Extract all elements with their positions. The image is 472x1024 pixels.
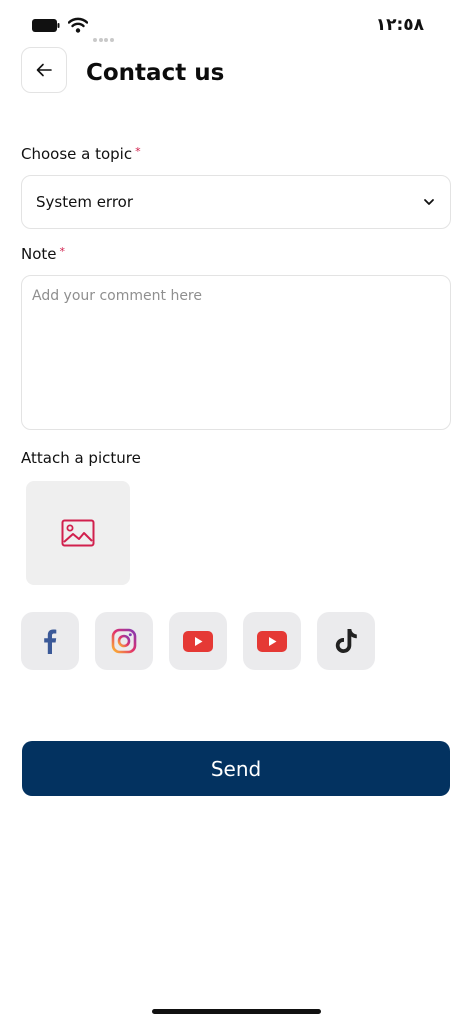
social-links — [21, 612, 375, 670]
facebook-button[interactable] — [21, 612, 79, 670]
back-button[interactable] — [21, 47, 67, 93]
attach-label: Attach a picture — [21, 449, 141, 467]
status-bar: ١٢:٥٨ — [0, 0, 472, 50]
note-label-text: Note — [21, 245, 57, 263]
note-label: Note * — [21, 245, 65, 263]
tiktok-icon — [335, 629, 357, 653]
home-indicator — [152, 1009, 321, 1014]
arrow-left-icon — [36, 63, 52, 77]
required-marker: * — [59, 245, 66, 258]
wifi-icon — [68, 17, 88, 33]
youtube-button[interactable] — [169, 612, 227, 670]
topic-label: Choose a topic * — [21, 145, 141, 163]
chevron-down-icon — [424, 199, 434, 205]
image-icon — [61, 519, 95, 547]
topic-select-value: System error — [36, 193, 134, 211]
instagram-button[interactable] — [95, 612, 153, 670]
facebook-icon — [44, 629, 57, 654]
required-marker: * — [135, 145, 141, 158]
note-textarea[interactable] — [21, 275, 451, 430]
topic-label-text: Choose a topic — [21, 145, 133, 163]
youtube-button[interactable] — [243, 612, 301, 670]
instagram-icon — [111, 628, 137, 654]
tiktok-button[interactable] — [317, 612, 375, 670]
youtube-icon — [183, 630, 213, 652]
signal-icon — [93, 27, 115, 46]
battery-icon — [32, 19, 60, 32]
send-button[interactable]: Send — [22, 741, 450, 796]
youtube-icon — [257, 630, 287, 652]
page-title: Contact us — [86, 60, 225, 86]
topic-select[interactable]: System error — [21, 175, 451, 229]
attach-picture-button[interactable] — [26, 481, 130, 585]
status-time: ١٢:٥٨ — [375, 15, 424, 35]
